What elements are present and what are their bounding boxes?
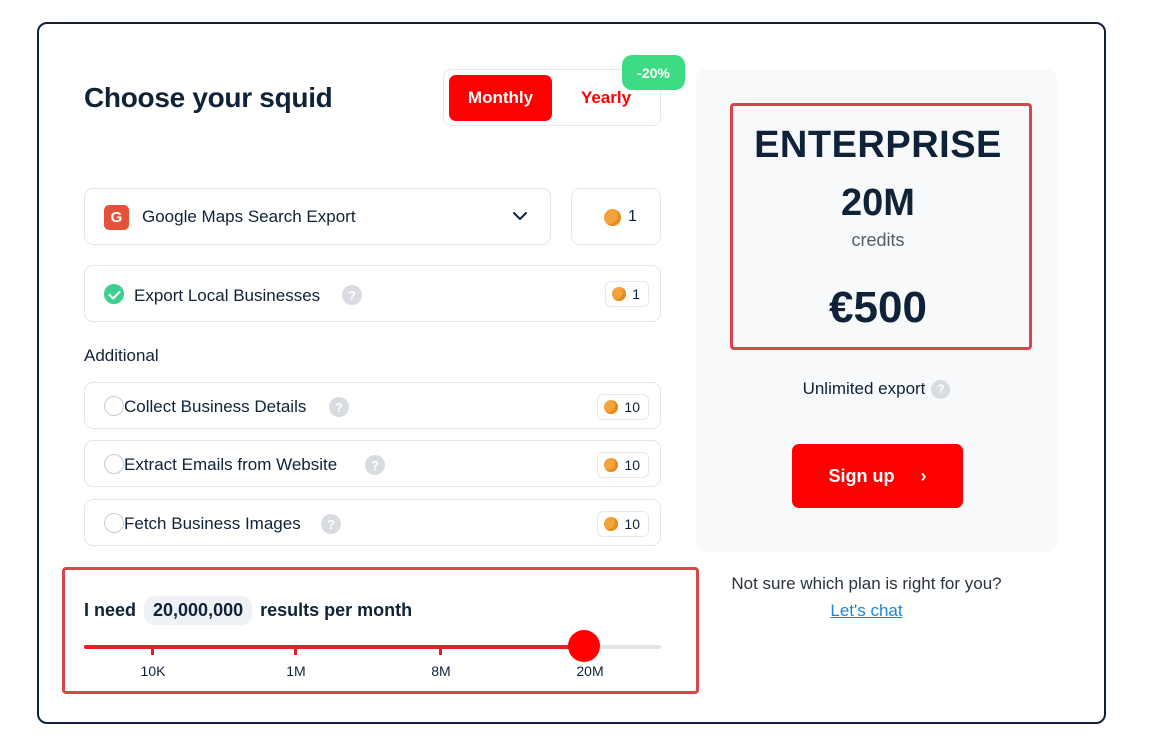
plan-price: €500	[829, 283, 927, 332]
results-slider-fill	[84, 645, 585, 649]
page-title: Choose your squid	[84, 82, 333, 113]
slider-tick-label: 8M	[431, 663, 451, 679]
option-label: Export Local Businesses	[134, 286, 321, 305]
checkbox-icon[interactable]	[104, 513, 124, 533]
option-fetch-business-images[interactable]: Fetch Business Images ? 10	[84, 499, 661, 546]
help-icon[interactable]: ?	[329, 397, 349, 417]
slider-tick-label: 10K	[140, 663, 166, 679]
option-label: Collect Business Details	[124, 397, 307, 416]
slider-tick-label: 1M	[286, 663, 306, 679]
coin-icon	[604, 400, 619, 414]
help-question: Not sure which plan is right for you?	[731, 574, 1002, 593]
results-suffix: results per month	[260, 600, 413, 620]
option-credits-value: 10	[624, 457, 640, 473]
slider-tick-label: 20M	[576, 663, 604, 679]
checkbox-icon[interactable]	[104, 396, 124, 416]
option-credits: 1	[605, 281, 649, 307]
signup-button[interactable]: Sign up ›	[792, 444, 963, 508]
coin-icon	[604, 517, 619, 531]
coin-icon	[604, 458, 619, 472]
plan-credits-unit: credits	[851, 230, 905, 250]
plan-feature-label: Unlimited export	[802, 379, 926, 398]
option-label: Fetch Business Images	[124, 514, 301, 533]
plan-credits-amount: 20M	[841, 182, 915, 224]
monthly-option[interactable]: Monthly	[449, 75, 552, 121]
service-select-label: Google Maps Search Export	[142, 207, 356, 226]
help-icon[interactable]: ?	[931, 379, 951, 399]
results-value[interactable]: 20,000,000	[144, 596, 253, 625]
option-credits: 10	[597, 394, 649, 420]
option-extract-emails[interactable]: Extract Emails from Website ? 10	[84, 440, 661, 487]
coin-icon	[604, 209, 621, 226]
option-credits-value: 10	[624, 399, 640, 415]
coin-icon	[612, 287, 627, 301]
plan-name: ENTERPRISE	[754, 124, 1002, 166]
option-label: Extract Emails from Website	[124, 455, 338, 474]
results-slider-thumb[interactable]	[568, 630, 601, 662]
service-select[interactable]: G Google Maps Search Export	[84, 188, 551, 245]
google-icon: G	[104, 205, 129, 230]
help-icon[interactable]: ?	[342, 285, 362, 305]
option-credits-value: 10	[624, 516, 640, 532]
chevron-down-icon	[513, 212, 527, 220]
signup-label: Sign up	[828, 465, 895, 486]
service-credits: 1	[571, 188, 661, 245]
chat-link[interactable]: Let's chat	[696, 601, 1037, 621]
help-icon[interactable]: ?	[321, 514, 341, 534]
slider-tick	[294, 645, 297, 655]
additional-heading: Additional	[84, 346, 159, 365]
chevron-right-icon: ›	[920, 465, 927, 486]
option-export-local-businesses[interactable]: Export Local Businesses ? 1	[84, 265, 661, 322]
option-credits: 10	[597, 511, 649, 537]
checkbox-icon[interactable]	[104, 454, 124, 474]
option-credits: 10	[597, 452, 649, 478]
service-credits-value: 1	[628, 208, 637, 225]
results-sentence: I need 20,000,000 results per month	[84, 596, 412, 625]
slider-tick	[439, 645, 442, 655]
slider-tick	[151, 645, 154, 655]
help-icon[interactable]: ?	[365, 455, 385, 475]
option-credits-value: 1	[632, 286, 640, 302]
discount-badge: -20%	[622, 55, 685, 90]
checkbox-checked-icon[interactable]	[104, 284, 124, 304]
results-prefix: I need	[84, 600, 137, 620]
plan-feature: Unlimited export ?	[696, 379, 1057, 399]
option-collect-business-details[interactable]: Collect Business Details ? 10	[84, 382, 661, 429]
